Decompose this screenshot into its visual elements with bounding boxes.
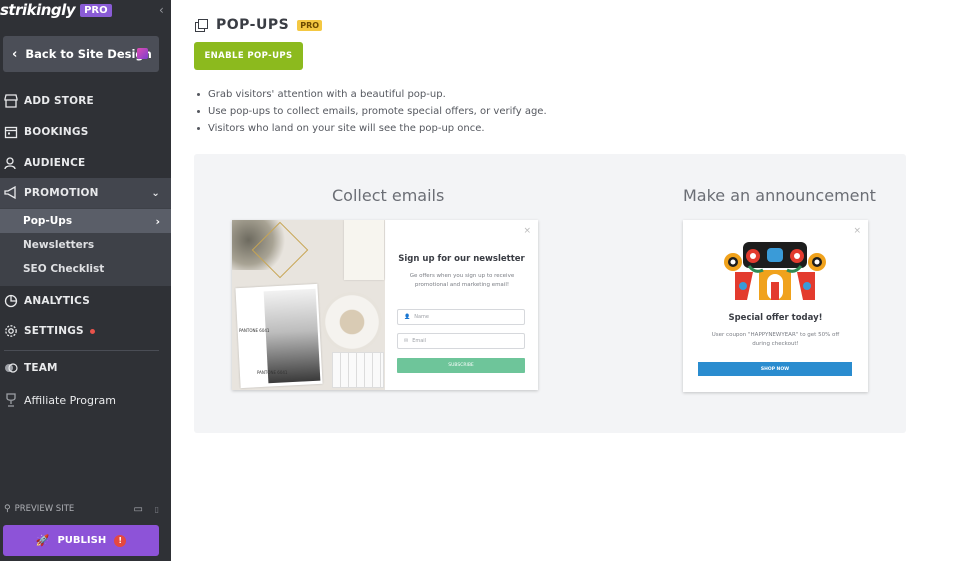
collapse-sidebar-icon[interactable]: ‹ [159, 3, 164, 17]
name-placeholder: Name [414, 314, 429, 320]
sidebar-item-audience[interactable]: AUDIENCE [0, 148, 171, 178]
alert-badge: ! [114, 534, 127, 547]
festive-artwork [724, 242, 826, 300]
popup-subtext: Ge offers when you sign up to receive pr… [409, 273, 515, 288]
preview-site[interactable]: ⚲ PREVIEW SITE ▭ ▯ [4, 502, 159, 516]
page-title: POP-UPS [216, 17, 290, 33]
sidebar-item-label: PROMOTION [24, 187, 99, 199]
pro-badge: PRO [297, 19, 323, 31]
submenu-item-label: SEO Checklist [23, 263, 105, 275]
submenu-item-label: Pop-Ups [23, 215, 73, 227]
user-icon: 👤 [404, 314, 411, 320]
megaphone-icon [4, 186, 16, 200]
chevron-left-icon: ‹ [12, 46, 18, 62]
desk-photo: PANTONE 6041 PANTONE 6041 [232, 220, 385, 390]
feature-item: Visitors who land on your site will see … [195, 120, 547, 137]
enable-pop-ups-button[interactable]: ENABLE POP-UPS [194, 42, 303, 70]
search-icon: ⚲ [4, 504, 11, 514]
sidebar: strikingly PRO ‹ ‹ Back to Site Design A… [0, 0, 171, 561]
publish-button[interactable]: 🚀 PUBLISH ! [3, 525, 159, 556]
newsletter-form: × Sign up for our newsletter Ge offers w… [385, 220, 538, 390]
brand-logo: strikingly [0, 1, 76, 19]
sidebar-item-analytics[interactable]: ANALYTICS [0, 286, 171, 316]
collect-emails-title: Collect emails [332, 186, 445, 205]
chart-icon [4, 294, 18, 308]
audience-icon [4, 157, 16, 170]
back-button-label: Back to Site Design [25, 47, 152, 61]
pantone-label: PANTONE 6041 [257, 370, 288, 375]
examples-panel: Collect emails PANTONE 6041 PANTONE 6041… [194, 154, 906, 433]
team-icon [5, 363, 18, 373]
calendar-icon [4, 126, 18, 139]
store-icon [4, 94, 18, 108]
sidebar-item-promotion[interactable]: PROMOTION ⌄ [0, 178, 171, 208]
chevron-down-icon: ⌄ [151, 187, 160, 199]
subscribe-button: SUBSCRIBE [397, 358, 525, 373]
gear-icon [5, 325, 17, 337]
keyboard-image [332, 352, 384, 388]
sidebar-item-team[interactable]: TEAM [0, 353, 171, 383]
close-icon: × [523, 226, 531, 236]
name-field: 👤 Name [397, 309, 525, 325]
preview-site-label: PREVIEW SITE [14, 504, 75, 514]
close-icon: × [853, 226, 861, 236]
announcement-preview[interactable]: × Special offer today! User coupon "HAPP… [683, 220, 868, 392]
sidebar-item-label: SETTINGS [24, 325, 84, 337]
pantone-label: PANTONE 6041 [239, 328, 270, 333]
promotion-submenu: Pop-Ups › Newsletters SEO Checklist [0, 208, 171, 286]
notebook-image [344, 220, 384, 280]
feature-list: Grab visitors' attention with a beautifu… [195, 86, 547, 137]
chevron-right-icon: › [155, 214, 160, 228]
sidebar-item-label: ADD STORE [24, 95, 94, 107]
make-announcement-title: Make an announcement [683, 186, 876, 205]
main-content: POP-UPS PRO ENABLE POP-UPS Grab visitors… [171, 0, 964, 561]
feature-item: Use pop-ups to collect emails, promote s… [195, 103, 547, 120]
sidebar-item-bookings[interactable]: BOOKINGS [0, 117, 171, 147]
popup-heading: Special offer today! [728, 313, 823, 323]
sidebar-item-label: Affiliate Program [24, 393, 117, 407]
popup-heading: Sign up for our newsletter [398, 254, 525, 264]
sidebar-item-settings[interactable]: SETTINGS [0, 316, 171, 346]
feature-item: Grab visitors' attention with a beautifu… [195, 86, 547, 103]
pop-ups-icon [195, 19, 208, 32]
sidebar-item-label: AUDIENCE [24, 157, 86, 169]
desktop-icon[interactable]: ▭ [134, 504, 143, 515]
email-placeholder: Email [412, 338, 427, 344]
site-design-icon [137, 48, 148, 59]
sidebar-item-label: BOOKINGS [24, 126, 89, 138]
mail-icon: ✉ [404, 338, 409, 344]
rocket-icon: 🚀 [35, 534, 50, 547]
sidebar-divider [4, 350, 159, 351]
sidebar-item-label: ANALYTICS [24, 295, 91, 307]
submenu-item-pop-ups[interactable]: Pop-Ups › [0, 209, 171, 233]
email-field: ✉ Email [397, 333, 525, 349]
pro-badge: PRO [80, 3, 112, 17]
notification-dot [89, 328, 95, 334]
collect-emails-preview[interactable]: PANTONE 6041 PANTONE 6041 × Sign up for … [232, 220, 538, 390]
sidebar-item-label: TEAM [24, 362, 58, 374]
sidebar-item-add-store[interactable]: ADD STORE [0, 86, 171, 116]
submenu-item-newsletters[interactable]: Newsletters [0, 233, 171, 257]
publish-label: PUBLISH [57, 535, 107, 546]
back-to-site-design-button[interactable]: ‹ Back to Site Design [3, 36, 159, 72]
trophy-icon [6, 393, 16, 407]
brand[interactable]: strikingly PRO [0, 0, 112, 20]
submenu-item-label: Newsletters [23, 239, 95, 251]
popup-subtext: User coupon "HAPPYNEWYEAR" to get 50% of… [711, 332, 840, 347]
sidebar-item-affiliate-program[interactable]: Affiliate Program [0, 385, 171, 415]
shop-now-button: SHOP NOW [698, 362, 852, 376]
coffee-cup-image [322, 292, 382, 352]
submenu-item-seo-checklist[interactable]: SEO Checklist [0, 257, 171, 281]
page-header: POP-UPS PRO [195, 17, 323, 33]
mobile-icon[interactable]: ▯ [155, 505, 159, 514]
